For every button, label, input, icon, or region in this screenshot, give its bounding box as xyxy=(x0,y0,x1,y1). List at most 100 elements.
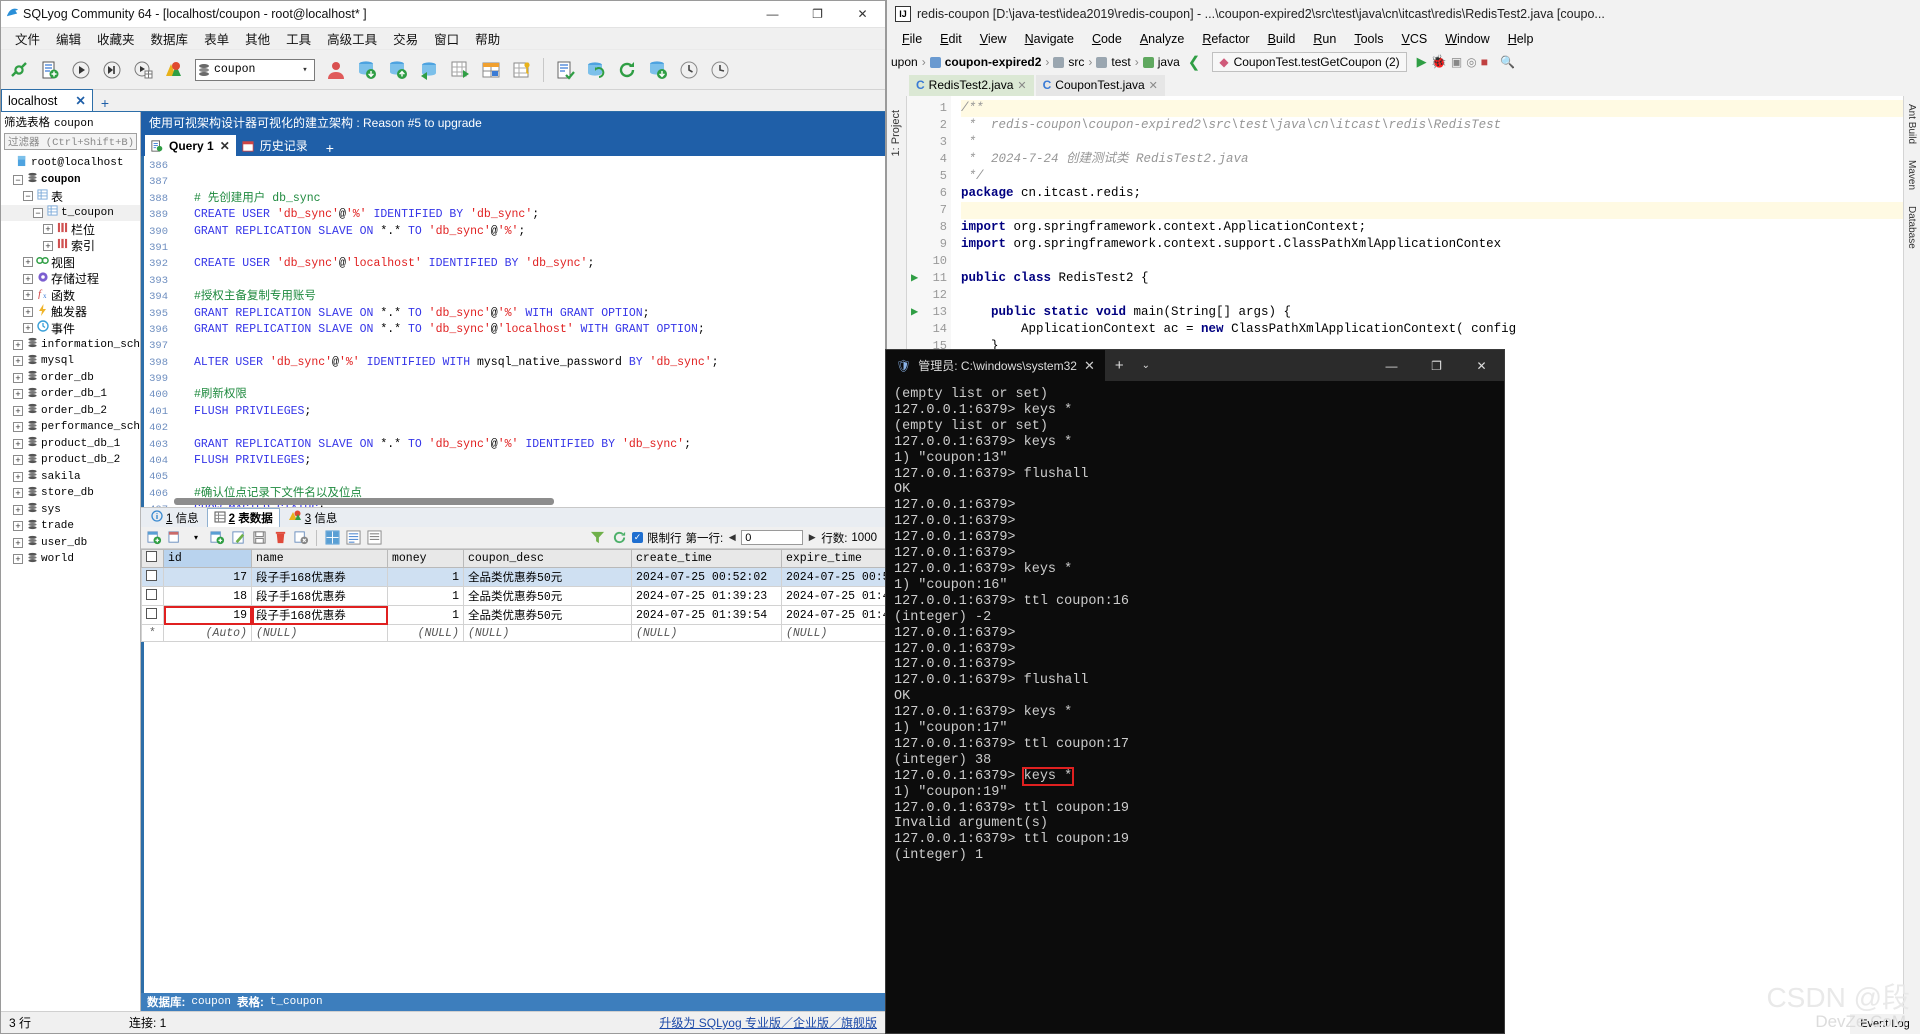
cell-expire-time[interactable]: 2024-07-25 00:53:02 xyxy=(781,567,885,587)
cell-name[interactable]: 段子手168优惠券 xyxy=(251,586,388,606)
tree-node-[interactable]: + 事件 xyxy=(1,320,140,337)
tree-node-rootlocalhost[interactable]: root@localhost xyxy=(1,155,140,172)
table-row[interactable]: 19 段子手168优惠券 1 全品类优惠券50元 2024-07-25 01:39:54… xyxy=(141,605,885,625)
validate-sql-icon[interactable] xyxy=(551,56,579,84)
tree-node-order_db[interactable]: + order_db xyxy=(1,370,140,387)
tree-expander[interactable]: + xyxy=(23,306,33,317)
tree-node-product_db_2[interactable]: + product_db_2 xyxy=(1,452,140,469)
import-db-icon[interactable] xyxy=(415,56,443,84)
idea-code-line[interactable]: * redis-coupon\coupon-expired2\src\test\… xyxy=(961,117,1920,134)
tree-expander[interactable]: − xyxy=(13,174,23,185)
tree-expander[interactable]: + xyxy=(23,257,33,268)
tree-expander[interactable]: − xyxy=(23,191,33,202)
tree-node-order_db_2[interactable]: + order_db_2 xyxy=(1,403,140,420)
code-line[interactable] xyxy=(194,420,885,436)
tree-node-[interactable]: + 触发器 xyxy=(1,303,140,321)
close-button[interactable]: ✕ xyxy=(1459,350,1504,381)
breadcrumb-item[interactable]: src › xyxy=(1053,55,1092,69)
terminal-output[interactable]: (empty list or set) 127.0.0.1:6379> keys … xyxy=(886,381,1504,1033)
idea-code-line[interactable]: import org.springframework.context.Appli… xyxy=(961,219,1920,236)
close-icon[interactable]: ✕ xyxy=(220,139,230,153)
refresh-icon[interactable] xyxy=(613,56,641,84)
tree-node-[interactable]: + 索引 xyxy=(1,238,140,255)
tree-expander[interactable]: + xyxy=(43,224,53,235)
menu-item-8[interactable]: 交易 xyxy=(385,27,426,50)
idea-menu-item-analyze[interactable]: Analyze xyxy=(1131,30,1193,48)
select-all-header[interactable] xyxy=(141,549,164,568)
cell-coupon-desc[interactable]: 全品类优惠券50元 xyxy=(463,567,632,587)
idea-code-line[interactable]: * 2024-7-24 创建测试类 RedisTest2.java xyxy=(961,151,1920,168)
code-line[interactable]: GRANT REPLICATION SLAVE ON *.* TO 'db_sy… xyxy=(194,322,885,338)
tree-expander[interactable]: + xyxy=(13,422,23,433)
checkbox[interactable] xyxy=(146,551,157,562)
idea-menu-item-file[interactable]: File xyxy=(893,30,931,48)
close-icon[interactable]: ✕ xyxy=(1017,79,1026,92)
tree-expander[interactable]: + xyxy=(13,521,23,532)
code-line[interactable]: CREATE USER 'db_sync'@'%' IDENTIFIED BY … xyxy=(194,207,885,223)
tool-window-ant-build[interactable]: Ant Build xyxy=(1904,96,1919,152)
code-line[interactable]: #授权主备复制专用账号 xyxy=(194,289,885,305)
limit-rows-checkbox[interactable]: ✓ xyxy=(632,532,643,543)
breadcrumb-item[interactable]: coupon-expired2 › xyxy=(929,55,1049,69)
chevron-down-icon[interactable]: ⌄ xyxy=(1134,360,1158,371)
tree-expander[interactable]: + xyxy=(13,537,23,548)
cell-name[interactable]: 段子手168优惠券 xyxy=(251,567,388,587)
tree-node-[interactable]: + 存储过程 xyxy=(1,271,140,288)
tree-node-world[interactable]: + world xyxy=(1,551,140,568)
cell-name[interactable]: (NULL) xyxy=(251,624,388,642)
editor-code[interactable]: # 先创建用户 db_sync CREATE USER 'db_sync'@'%'… xyxy=(172,156,885,507)
idea-code-line[interactable]: package cn.itcast.redis; xyxy=(961,185,1920,202)
code-line[interactable]: FLUSH PRIVILEGES; xyxy=(194,404,885,420)
idea-menu-item-view[interactable]: View xyxy=(971,30,1016,48)
row-checkbox-cell[interactable] xyxy=(141,586,164,606)
code-line[interactable]: ALTER USER 'db_sync'@'%' IDENTIFIED WITH… xyxy=(194,355,885,371)
minimize-button[interactable]: — xyxy=(750,1,795,27)
maximize-button[interactable]: ❐ xyxy=(795,1,840,27)
column-header-id[interactable]: id xyxy=(163,549,252,568)
idea-menu-item-refactor[interactable]: Refactor xyxy=(1193,30,1258,48)
tree-expander[interactable]: + xyxy=(13,455,23,466)
export-table-icon[interactable] xyxy=(446,56,474,84)
menu-item-6[interactable]: 工具 xyxy=(278,27,319,50)
editor-horizontal-scrollbar[interactable] xyxy=(174,498,554,505)
insert-row-icon[interactable] xyxy=(145,529,163,547)
back-arrow-icon[interactable]: ❮ xyxy=(1184,53,1205,71)
tree-expander[interactable]: + xyxy=(13,389,23,400)
tree-expander[interactable]: + xyxy=(13,339,23,350)
cell-id[interactable]: 18 xyxy=(163,586,252,606)
idea-menu-item-navigate[interactable]: Navigate xyxy=(1016,30,1083,48)
insert-row2-icon[interactable] xyxy=(208,529,226,547)
tree-expander[interactable]: − xyxy=(33,207,43,218)
new-query-icon[interactable] xyxy=(36,56,64,84)
tree-node-t_coupon[interactable]: − t_coupon xyxy=(1,204,140,221)
first-row-decrement[interactable]: ◀ xyxy=(727,532,737,543)
cancel-edit-icon[interactable] xyxy=(292,529,310,547)
tree-expander[interactable]: + xyxy=(13,405,23,416)
tree-node-information_schema[interactable]: + information_schema xyxy=(1,337,140,354)
close-icon[interactable]: ✕ xyxy=(75,93,85,108)
cell-create-time[interactable]: (NULL) xyxy=(631,624,782,642)
tree-expander[interactable]: + xyxy=(13,438,23,449)
cell-coupon-desc[interactable]: 全品类优惠券50元 xyxy=(463,605,632,625)
delete-row-icon[interactable] xyxy=(271,529,289,547)
idea-code-line[interactable]: ApplicationContext ac = new ClassPathXml… xyxy=(961,321,1920,338)
tree-expander[interactable]: + xyxy=(13,554,23,565)
checkbox[interactable] xyxy=(146,569,157,581)
cell-create-time[interactable]: 2024-07-25 01:39:54 xyxy=(631,605,782,625)
maximize-button[interactable]: ❐ xyxy=(1414,350,1459,381)
execute-all-icon[interactable] xyxy=(98,56,126,84)
table-data-icon[interactable] xyxy=(477,56,505,84)
backup-db-icon[interactable] xyxy=(353,56,381,84)
menu-item-5[interactable]: 其他 xyxy=(237,27,278,50)
cell-id[interactable]: 19 xyxy=(163,605,252,625)
first-row-input[interactable]: 0 xyxy=(741,530,804,545)
close-icon[interactable]: ✕ xyxy=(1149,79,1158,92)
execute-icon[interactable] xyxy=(67,56,95,84)
breadcrumb-item[interactable]: test › xyxy=(1096,55,1139,69)
execute-to-grid-icon[interactable] xyxy=(129,56,157,84)
tree-node-user_db[interactable]: + user_db xyxy=(1,535,140,552)
idea-menu-item-tools[interactable]: Tools xyxy=(1345,30,1392,48)
manage-index-icon[interactable] xyxy=(508,56,536,84)
table-row[interactable]: 18 段子手168优惠券 1 全品类优惠券50元 2024-07-25 01:39:23… xyxy=(141,586,885,606)
idea-code-line[interactable] xyxy=(961,253,1920,270)
